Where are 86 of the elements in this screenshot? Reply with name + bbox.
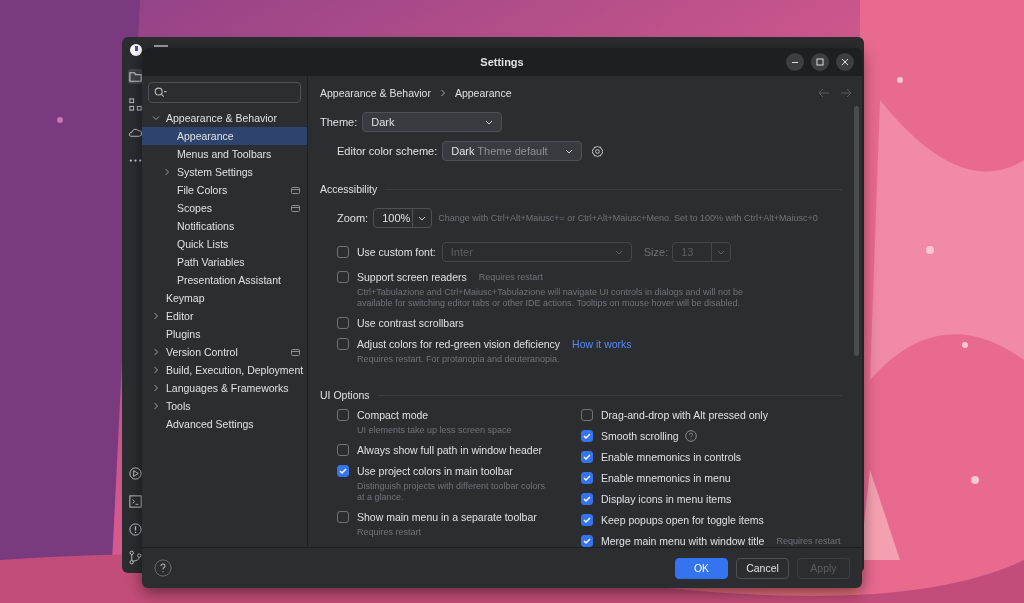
scrollbar[interactable] [854, 106, 859, 356]
help-icon[interactable] [684, 429, 697, 442]
sidebar-item[interactable]: Tools [142, 397, 307, 415]
checkbox[interactable] [581, 513, 593, 526]
checkbox[interactable] [581, 450, 593, 463]
search-icon [154, 87, 167, 98]
close-button[interactable] [836, 53, 854, 71]
sidebar-item[interactable]: Advanced Settings [142, 415, 307, 433]
sidebar-item[interactable]: Appearance & Behavior [142, 109, 307, 127]
sidebar-item[interactable]: Build, Execution, Deployment [142, 361, 307, 379]
theme-dropdown[interactable]: Dark [362, 112, 503, 132]
help-button[interactable] [154, 559, 172, 577]
option-description: Requires restart [357, 527, 423, 538]
terminal-icon[interactable] [127, 494, 143, 509]
sidebar-item[interactable]: Keymap [142, 289, 307, 307]
problems-icon[interactable] [127, 522, 143, 537]
option-description: Requires restart. For protanopia and deuteranopia. [357, 354, 561, 365]
checkbox[interactable] [581, 471, 593, 484]
run-icon[interactable] [127, 466, 143, 481]
checkbox[interactable] [581, 534, 593, 547]
sidebar-item[interactable]: Languages & Frameworks [142, 379, 307, 397]
sidebar-item[interactable]: Notifications [142, 217, 307, 235]
checkbox[interactable] [337, 270, 349, 283]
sidebar-item[interactable]: System Settings [142, 163, 307, 181]
dialog-button[interactable]: Cancel [736, 557, 789, 579]
zoom-label: Zoom: [337, 212, 369, 224]
sidebar-item[interactable]: Scopes [142, 199, 307, 217]
breadcrumb-item[interactable]: Appearance & Behavior [320, 87, 431, 99]
sidebar-item[interactable]: Appearance [142, 127, 307, 145]
sidebar-item[interactable]: File Colors [142, 181, 307, 199]
restart-note: Requires restart [776, 535, 841, 546]
option-label: Support screen readers [357, 270, 467, 283]
checkbox[interactable] [581, 492, 593, 505]
option-label: Use contrast scrollbars [357, 316, 464, 329]
how-it-works-link[interactable]: How it works [572, 337, 632, 350]
option-label: Use project colors in main toolbar [357, 464, 513, 477]
section-title: UI Options [320, 389, 370, 401]
option-description: UI elements take up less screen space [357, 425, 513, 436]
sidebar-item[interactable]: Path Variables [142, 253, 307, 271]
logo-icon [130, 44, 142, 56]
option-label: Keep popups open for toggle items [601, 513, 764, 526]
option-label: Display icons in menu items [601, 492, 732, 505]
sidebar-item[interactable]: Version Control [142, 343, 307, 361]
checkbox[interactable] [337, 510, 349, 523]
option-label: Use custom font: [357, 246, 436, 258]
zoom-dropdown[interactable]: 100% [373, 208, 433, 228]
checkbox[interactable] [581, 408, 593, 421]
sidebar-item[interactable]: Quick Lists [142, 235, 307, 253]
sidebar-item[interactable]: Menus and Toolbars [142, 145, 307, 163]
folder-icon[interactable] [127, 69, 143, 84]
git-icon[interactable] [127, 550, 143, 565]
dialog-title: Settings [480, 56, 524, 68]
option-label: Enable mnemonics in controls [601, 450, 742, 463]
theme-label: Theme: [320, 116, 358, 128]
dialog-button[interactable]: OK [675, 557, 728, 579]
checkbox[interactable] [581, 429, 593, 442]
chevron-icon [438, 89, 447, 97]
option-label: Smooth scrolling [601, 429, 679, 442]
size-label: Size: [643, 246, 669, 258]
maximize-button[interactable] [811, 53, 829, 71]
breadcrumb-item[interactable]: Appearance [454, 87, 512, 99]
restart-note: Requires restart [478, 271, 543, 282]
checkbox[interactable] [337, 316, 349, 329]
section-title: Accessibility [320, 183, 378, 195]
settings-icon[interactable] [591, 144, 605, 158]
checkbox[interactable] [337, 464, 349, 477]
zoom-hint: Change with Ctrl+Alt+Maiusc+= or Ctrl+Alt+Maiusc+Meno. Set to 100% with Ctrl+Alt+Maiusc+0 [438, 213, 818, 223]
option-label: Drag-and-drop with Alt pressed only [601, 408, 768, 421]
sidebar-item[interactable]: Presentation Assistant [142, 271, 307, 289]
structure-icon[interactable] [127, 97, 143, 112]
checkbox[interactable] [337, 246, 349, 258]
search-field[interactable] [148, 82, 301, 103]
option-label: Show main menu in a separate toolbar [357, 510, 537, 523]
option-label: Adjust colors for red-green vision deficiency [357, 337, 561, 350]
sidebar-item[interactable]: Editor [142, 307, 307, 325]
color-scheme-label: Editor color scheme: [337, 145, 438, 157]
option-label: Enable mnemonics in menu [601, 471, 731, 484]
option-label: Always show full path in window header [357, 443, 543, 456]
checkbox[interactable] [337, 337, 349, 350]
option-description: Distinguish projects with different toolbar colors at a glance. [357, 481, 546, 503]
option-label: Merge main menu with window title [601, 534, 765, 547]
color-scheme-dropdown[interactable]: Dark Theme default [442, 141, 583, 161]
checkbox[interactable] [337, 443, 349, 456]
checkbox[interactable] [337, 408, 349, 421]
option-label: Compact mode [357, 408, 429, 421]
sidebar-item[interactable]: Plugins [142, 325, 307, 343]
